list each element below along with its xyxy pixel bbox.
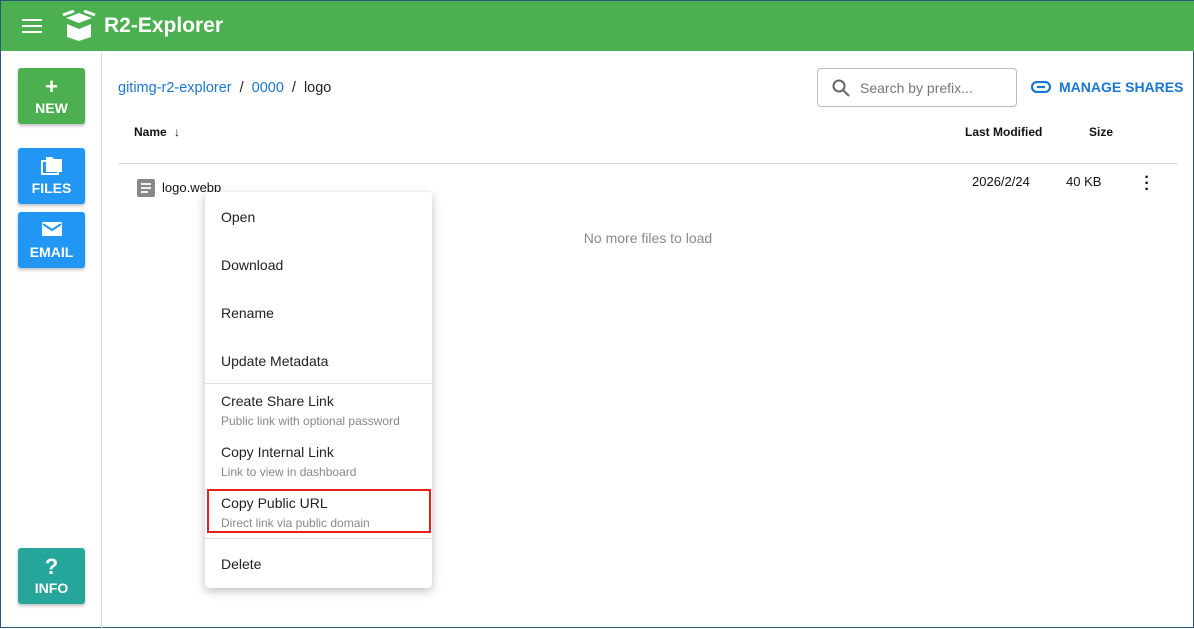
email-label: EMAIL [29,244,74,260]
menu-divider [205,383,432,384]
new-label: NEW [35,100,68,116]
box-logo-icon [62,10,96,41]
menu-delete[interactable]: Delete [205,556,432,572]
menu-icon[interactable] [22,19,42,33]
column-modified[interactable]: Last Modified [965,125,1042,139]
sidebar: + NEW FILES EMAIL ? INFO [1,51,102,629]
search-icon [832,79,850,97]
email-button[interactable]: EMAIL [18,212,85,268]
search-input[interactable]: Search by prefix... [817,68,1017,107]
label: Copy Internal Link [221,444,334,460]
menu-divider [205,538,432,539]
more-options-icon[interactable]: · · · [1143,170,1151,198]
app-title: R2-Explorer [104,14,224,37]
app-bar: R2-Explorer [1,1,1194,51]
column-name-label: Name [134,125,167,139]
file-modified: 2026/2/24 [972,174,1030,189]
info-label: INFO [34,580,69,596]
highlight-box [207,489,431,533]
column-name[interactable]: Name ↓ [134,125,180,139]
breadcrumb: gitimg-r2-explorer/0000/logo [118,80,332,96]
menu-update-metadata[interactable]: Update Metadata [205,353,432,369]
sort-arrow-icon: ↓ [174,125,181,139]
breadcrumb-current: logo [303,80,332,96]
files-label: FILES [31,180,72,196]
file-size: 40 KB [1066,174,1102,189]
header-divider [118,163,1178,164]
menu-download[interactable]: Download [205,257,432,273]
file-icon [137,179,155,197]
mail-icon [41,220,63,244]
breadcrumb-folder[interactable]: 0000 [252,80,284,96]
description: Public link with optional password [221,414,400,428]
label: Create Share Link [221,393,334,409]
menu-create-share-link[interactable]: Create Share Link Public link with option… [205,393,432,428]
question-icon: ? [44,554,59,579]
link-icon [1031,81,1051,93]
description: Link to view in dashboard [221,465,357,479]
context-menu: Open Download Rename Update Metadata Cre… [205,192,432,588]
search-placeholder: Search by prefix... [860,79,973,96]
folders-icon [40,156,64,180]
info-button[interactable]: ? INFO [18,548,85,604]
menu-open[interactable]: Open [205,209,432,225]
plus-icon: + [45,74,58,99]
manage-shares-button[interactable]: MANAGE SHARES [1031,79,1183,95]
breadcrumb-bucket[interactable]: gitimg-r2-explorer [118,80,232,96]
manage-shares-label: MANAGE SHARES [1059,79,1184,95]
column-size[interactable]: Size [1089,125,1113,139]
new-button[interactable]: + NEW [18,68,85,124]
menu-copy-internal-link[interactable]: Copy Internal Link Link to view in dashbo… [205,444,432,479]
menu-rename[interactable]: Rename [205,305,432,321]
files-button[interactable]: FILES [18,148,85,204]
